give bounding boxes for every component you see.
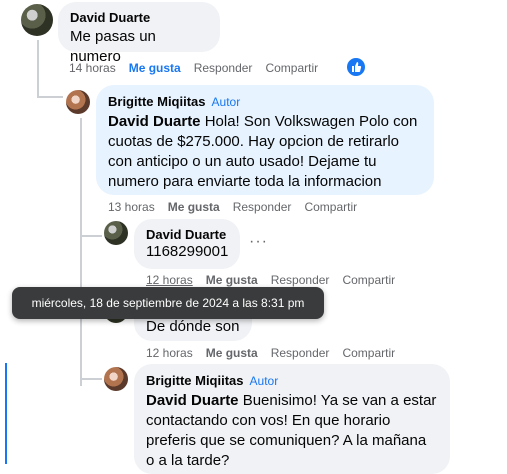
author-badge: Autor	[211, 95, 241, 109]
share-button[interactable]: Compartir	[265, 61, 318, 75]
comment-author[interactable]: Brigitte Miqiitas	[108, 94, 206, 109]
share-button[interactable]: Compartir	[304, 200, 357, 214]
share-button[interactable]: Compartir	[342, 346, 395, 360]
comment-text: De dónde son	[146, 318, 240, 335]
avatar[interactable]	[66, 90, 90, 114]
reply-button[interactable]: Responder	[233, 200, 292, 214]
comment-bubble: Brigitte Miqiitas Autor David Duarte Hola…	[96, 85, 434, 195]
comment-actions: 13 horas Me gusta Responder Compartir	[108, 200, 370, 214]
reply-button[interactable]: Responder	[271, 273, 330, 287]
thread-line-curve	[37, 96, 63, 98]
reply-button[interactable]: Responder	[194, 61, 253, 75]
comment-time[interactable]: 12 horas	[146, 273, 193, 287]
avatar[interactable]	[21, 4, 53, 36]
comment-actions: 12 horas Me gusta Responder Compartir	[146, 273, 408, 287]
comment-actions: 12 horas Me gusta Responder Compartir	[146, 346, 408, 360]
thread-line	[80, 118, 82, 386]
thread-line-curve	[80, 235, 102, 237]
thread-line-curve	[80, 378, 102, 380]
comment-author[interactable]: David Duarte	[70, 10, 208, 25]
reply-button[interactable]: Responder	[271, 346, 330, 360]
like-button[interactable]: Me gusta	[129, 61, 181, 75]
like-button[interactable]: Me gusta	[168, 200, 220, 214]
comment-time[interactable]: 14 horas	[69, 61, 116, 75]
comment-text: 1168299001	[146, 243, 229, 260]
comment-text: David Duarte Hola! Son Volkswagen Polo c…	[108, 113, 418, 190]
more-options-icon[interactable]: ···	[249, 233, 268, 251]
mention-link[interactable]: David Duarte	[108, 113, 201, 130]
comment-actions: 14 horas Me gusta Responder Compartir	[69, 61, 331, 75]
thread-line	[37, 40, 39, 98]
comment-author[interactable]: Brigitte Miqiitas	[146, 373, 244, 388]
comment-bubble: David Duarte 1168299001	[134, 219, 240, 269]
comment-bubble: David Duarte Me pasas un numero	[58, 2, 220, 65]
comment-author[interactable]: David Duarte	[146, 227, 228, 242]
avatar[interactable]	[104, 221, 128, 245]
like-button[interactable]: Me gusta	[206, 273, 258, 287]
like-button[interactable]: Me gusta	[206, 346, 258, 360]
like-reaction-icon[interactable]	[346, 57, 366, 77]
share-button[interactable]: Compartir	[342, 273, 395, 287]
timestamp-tooltip: miércoles, 18 de septiembre de 2024 a la…	[12, 287, 324, 319]
highlight-bar	[5, 363, 7, 464]
author-badge: Autor	[249, 374, 279, 388]
comment-text: David Duarte Buenisimo! Ya se van a esta…	[146, 392, 437, 469]
mention-link[interactable]: David Duarte	[146, 392, 239, 409]
comment-bubble: Brigitte Miqiitas Autor David Duarte Buen…	[134, 364, 450, 474]
comment-time[interactable]: 13 horas	[108, 200, 155, 214]
comment-time[interactable]: 12 horas	[146, 346, 193, 360]
avatar[interactable]	[104, 367, 128, 391]
